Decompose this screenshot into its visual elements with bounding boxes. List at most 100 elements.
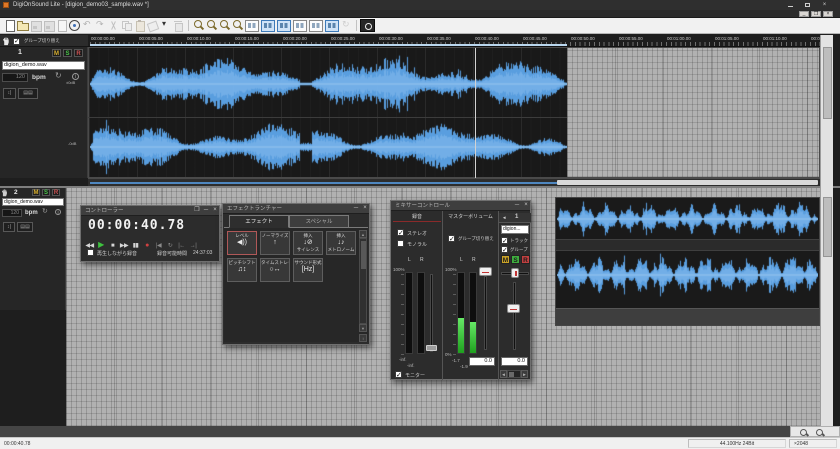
track2-mute-button[interactable]: M (32, 189, 40, 196)
track2-filename-input[interactable]: digion_demo.wav (2, 198, 64, 206)
master-fader-knob[interactable] (479, 267, 492, 276)
effects-scroll-up-icon[interactable]: ▲ (359, 230, 367, 238)
track1-bpm-input[interactable]: 120 (2, 73, 28, 82)
zoom-in-vertical-icon[interactable] (218, 19, 231, 32)
close-file-icon[interactable] (55, 19, 68, 32)
track1-mute-button[interactable]: M (52, 49, 61, 57)
hand-tool-icon[interactable] (1, 189, 8, 197)
rec-fader-thumb[interactable] (426, 345, 437, 351)
refresh-icon[interactable] (340, 19, 353, 32)
transport-restore-icon[interactable]: ❐ (193, 208, 201, 214)
transport-minimize-icon[interactable]: ─ (202, 208, 210, 214)
track2-tool-icon-b[interactable]: ▤▤ (17, 222, 33, 232)
record-button[interactable]: ● (143, 241, 152, 251)
mixer-mute-button[interactable]: M (501, 255, 510, 264)
effects-scroll-down-icon[interactable]: ▼ (359, 324, 367, 332)
undo-icon[interactable] (81, 19, 94, 32)
effects-close-icon[interactable]: × (361, 206, 369, 212)
hand-tool-icon[interactable] (2, 37, 10, 46)
track2-tool-icon-a[interactable]: ↕| (3, 222, 15, 232)
stereo-checkbox[interactable] (397, 229, 404, 236)
view-overview-icon[interactable] (292, 19, 308, 32)
cut-icon[interactable] (107, 19, 120, 32)
mdi-restore-button[interactable]: ❐ (811, 11, 821, 17)
pan-slider-knob[interactable] (511, 268, 519, 278)
track1-filename-input[interactable]: digion_demo.wav (2, 61, 85, 70)
track2-solo-button[interactable]: S (42, 189, 50, 196)
track-scroll-right-icon[interactable]: ► (521, 370, 528, 378)
master-value-box[interactable]: 0.0 (469, 357, 495, 366)
mdi-close-button[interactable]: × (823, 11, 833, 17)
mixer-close-icon[interactable]: × (522, 203, 530, 209)
track2-refresh-icon[interactable]: ↻ (42, 207, 48, 215)
dropdown-arrow-icon[interactable] (159, 19, 172, 32)
effect-time-stretch-button[interactable]: タイムストレッチ○↔ (260, 258, 290, 282)
track1-solo-button[interactable]: S (63, 49, 72, 57)
save-as-icon[interactable] (42, 19, 55, 32)
zoom-out-horizontal-icon[interactable] (205, 19, 218, 32)
record-control-icon[interactable] (360, 19, 375, 32)
track2-info-icon[interactable]: i (55, 209, 61, 215)
view-split-horizontal-icon[interactable] (260, 19, 276, 32)
pane2-hscrollbar[interactable] (0, 426, 820, 437)
zoom-out-vertical-icon[interactable] (231, 19, 244, 32)
track2-waveform-left[interactable] (557, 200, 818, 238)
effect-insert-metronome-button[interactable]: 挿入↓♪メトロノーム (326, 231, 356, 255)
track-checkbox[interactable] (501, 237, 508, 244)
view-split-vertical-icon[interactable] (276, 19, 292, 32)
track2-bpm-input[interactable]: 120 (2, 209, 22, 217)
pane2-vscroll-thumb[interactable] (823, 197, 832, 257)
mdi-minimize-button[interactable]: _ (799, 11, 809, 17)
track-prev-icon[interactable]: ◄ (502, 215, 506, 220)
vertical-scrollbar[interactable] (820, 35, 833, 426)
play-button[interactable]: ▶ (97, 240, 106, 250)
zoom-in-horizontal-icon[interactable] (192, 19, 205, 32)
track-value-box[interactable]: 0.0 (501, 357, 528, 366)
paste-icon[interactable] (133, 19, 146, 32)
zoom-out-icon[interactable] (815, 428, 825, 437)
track1-tool-icon-b[interactable]: ▤▤ (18, 88, 38, 99)
view-fit-icon[interactable] (308, 19, 324, 32)
zoom-in-icon[interactable] (799, 428, 809, 437)
track-scroll-track[interactable] (507, 370, 521, 378)
open-folder-icon[interactable] (16, 19, 29, 32)
tab-effect[interactable]: エフェクト (229, 215, 289, 228)
delete-icon[interactable] (172, 19, 185, 32)
effects-resize-icon[interactable]: ↕ (359, 334, 367, 342)
track-scroll-thumb[interactable] (509, 372, 514, 377)
minimize-button[interactable] (786, 2, 795, 8)
monaural-checkbox[interactable] (397, 240, 404, 247)
mixer-track-name-box[interactable]: digion... (501, 225, 529, 234)
maximize-button[interactable] (803, 2, 812, 8)
group-toggle-checkbox[interactable] (13, 38, 20, 45)
erase-icon[interactable] (146, 19, 159, 32)
track1-refresh-icon[interactable]: ↻ (55, 71, 62, 80)
pane1-vscroll-thumb[interactable] (823, 47, 832, 119)
track1-tool-icon-a[interactable]: ↕| (3, 88, 16, 99)
effects-scroll-thumb[interactable] (361, 241, 366, 269)
mixer-rec-button[interactable]: R (521, 255, 530, 264)
playback-cursor[interactable] (475, 48, 476, 178)
copy-icon[interactable] (120, 19, 133, 32)
pane1-hscrollbar[interactable] (88, 178, 820, 186)
view-single-icon[interactable] (244, 19, 260, 32)
mixer-minimize-icon[interactable]: ─ (513, 203, 521, 209)
view-mixer-icon[interactable] (324, 19, 340, 32)
track1-waveform-right[interactable] (90, 118, 567, 176)
new-document-icon[interactable] (3, 19, 16, 32)
effect-pitch-shift-button[interactable]: ピッチシフト♫↕ (227, 258, 257, 282)
effect-insert-silence-button[interactable]: 挿入↓⊘サイレンス (293, 231, 323, 255)
monitor-checkbox[interactable] (395, 371, 402, 378)
mixer-group-toggle-checkbox[interactable] (448, 235, 455, 242)
close-button[interactable]: × (820, 2, 829, 8)
effects-minimize-icon[interactable]: ─ (352, 206, 360, 212)
transport-close-icon[interactable]: × (211, 208, 219, 214)
redo-icon[interactable] (94, 19, 107, 32)
effect-normalize-button[interactable]: ノーマライズ↑ (260, 231, 290, 255)
track1-info-icon[interactable]: i (72, 73, 79, 80)
track1-waveform-left[interactable] (90, 51, 567, 117)
pane1-hscroll-thumb[interactable] (557, 180, 818, 185)
track-scroll-left-icon[interactable]: ◄ (500, 370, 507, 378)
track2-waveform-right[interactable] (557, 252, 818, 298)
track2-rec-button[interactable]: R (52, 189, 60, 196)
